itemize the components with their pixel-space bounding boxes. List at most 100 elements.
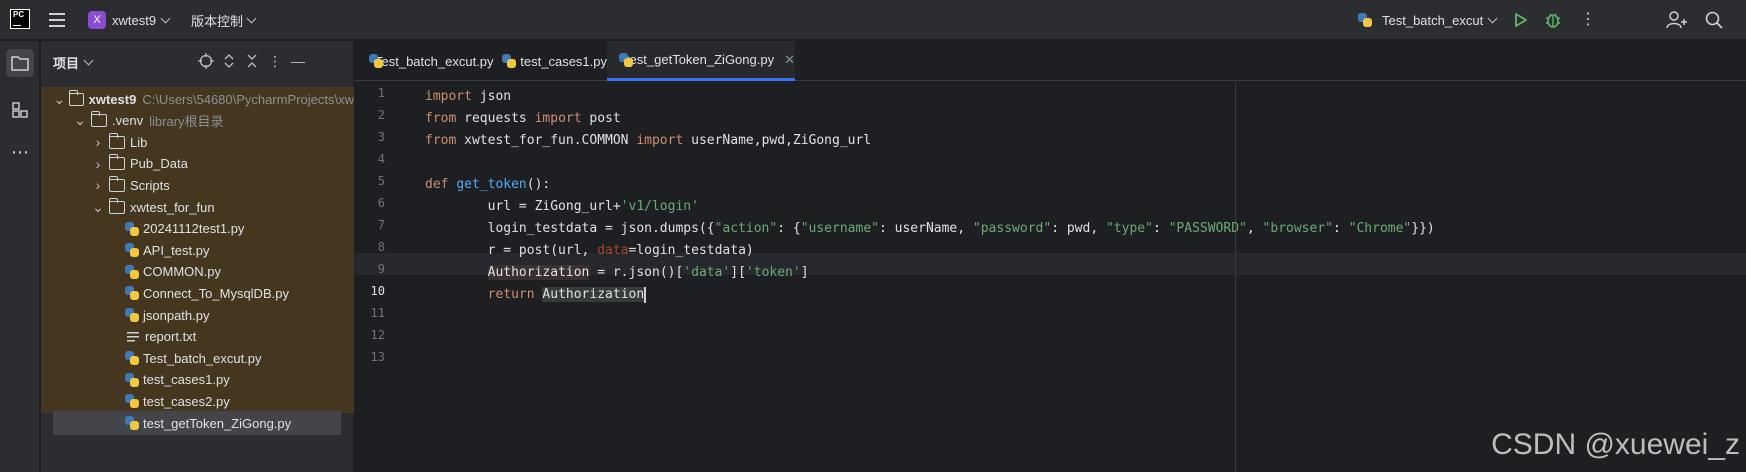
code-line-7: login_testdata = json.dumps({"action": {… <box>425 221 1435 236</box>
options-icon[interactable]: ⋮ <box>267 53 283 69</box>
tree-item-label: Test_batch_excut.py <box>143 350 262 366</box>
tree-folder[interactable]: › Pub_Data <box>41 151 354 176</box>
run-config-selector[interactable]: Test_batch_excut <box>1358 9 1498 31</box>
code-line-10: return Authorization <box>487 286 646 303</box>
main-menu-icon[interactable] <box>46 9 68 31</box>
python-file-icon <box>125 372 139 387</box>
tree-file[interactable]: test_cases2.py <box>41 389 354 414</box>
python-file-icon <box>125 286 139 301</box>
tree-file[interactable]: jsonpath.py <box>41 303 354 327</box>
python-file-icon <box>125 264 139 279</box>
python-file-icon <box>125 394 139 409</box>
chevron-right-icon[interactable]: › <box>91 134 105 150</box>
tree-item-label: xwtest9 <box>88 91 137 107</box>
python-file-icon <box>1358 13 1372 27</box>
chevron-down-icon[interactable]: ⌄ <box>53 91 65 108</box>
tree-file[interactable]: 20241112test1.py <box>41 216 354 241</box>
python-file-icon <box>619 52 633 67</box>
pycharm-logo-icon[interactable]: PC <box>10 9 30 29</box>
editor-area: Test_batch_excut.py test_cases1.py test_… <box>355 41 1746 472</box>
title-bar: PC X xwtest9 版本控制 Test_batch_excut ⋮ <box>0 0 1746 40</box>
tree-item-label: xwtest_for_fun <box>130 199 215 215</box>
debug-icon[interactable] <box>1543 10 1563 30</box>
tree-file[interactable]: report.txt <box>41 324 354 349</box>
tree-item-hint: library根目录 <box>149 114 224 130</box>
tab-label: test_getToken_ZiGong.py <box>625 52 775 67</box>
project-panel-header: 项目 ⋮ — <box>41 41 354 81</box>
chevron-down-icon <box>246 13 257 23</box>
line-number: 2 <box>377 108 385 122</box>
tab-test-gettoken-zigong[interactable]: test_getToken_ZiGong.py ✕ <box>607 41 795 81</box>
folder-icon <box>108 132 125 149</box>
project-switcher[interactable]: X xwtest9 <box>88 9 171 31</box>
tab-label: Test_batch_excut.py <box>375 53 494 69</box>
python-file-icon <box>125 221 139 236</box>
line-number: 11 <box>370 306 385 320</box>
project-panel-title-label: 项目 <box>53 56 80 71</box>
structure-tool-icon[interactable] <box>6 96 34 124</box>
add-user-icon[interactable] <box>1666 10 1688 30</box>
tree-file[interactable]: Test_batch_excut.py <box>41 346 354 371</box>
more-tools-icon[interactable]: ⋯ <box>6 138 34 166</box>
tree-item-label: report.txt <box>145 329 197 345</box>
text-caret <box>644 286 646 303</box>
folder-icon <box>108 175 125 192</box>
tree-file[interactable]: test_cases1.py <box>41 367 354 392</box>
search-icon[interactable] <box>1704 10 1724 30</box>
hide-panel-icon[interactable]: — <box>290 53 306 69</box>
tree-file[interactable]: Connect_To_MysqlDB.py <box>41 281 354 306</box>
close-icon[interactable]: ✕ <box>784 52 795 68</box>
expand-all-icon[interactable] <box>221 53 237 69</box>
project-tool-icon[interactable] <box>6 49 34 77</box>
more-actions-icon[interactable]: ⋮ <box>1580 10 1596 30</box>
code-line-1: import json <box>425 89 512 104</box>
tree-item-label: Scripts <box>130 177 170 193</box>
line-number: 3 <box>377 130 385 144</box>
tree-folder[interactable]: ⌄ xwtest9 C:\Users\54680\PycharmProjects\x… <box>41 87 354 111</box>
chevron-right-icon[interactable]: › <box>91 156 105 172</box>
line-number: 13 <box>370 350 385 364</box>
project-panel-title[interactable]: 项目 <box>53 53 94 72</box>
python-file-icon <box>502 54 517 68</box>
tab-label: test_cases1.py <box>520 53 607 69</box>
python-file-icon <box>125 351 139 366</box>
tree-item-label: test_cases2.py <box>143 393 230 409</box>
tree-folder[interactable]: › Lib <box>41 130 354 155</box>
ide-window: PC X xwtest9 版本控制 Test_batch_excut ⋮ ⋯ 项… <box>0 0 1746 472</box>
editor-tabs: Test_batch_excut.py test_cases1.py test_… <box>355 41 1746 81</box>
chevron-down-icon <box>83 55 94 66</box>
folder-icon <box>68 89 84 106</box>
line-number-gutter: 1 2 3 4 5 6 7 8 9 10 11 12 13 <box>355 82 415 472</box>
collapse-all-icon[interactable] <box>244 53 260 69</box>
chevron-down-icon[interactable]: ⌄ <box>73 112 87 129</box>
folder-icon <box>108 154 125 171</box>
chevron-down-icon[interactable]: ⌄ <box>91 199 105 216</box>
tree-folder[interactable]: ⌄ xwtest_for_fun <box>41 195 354 219</box>
tree-item-label: Connect_To_MysqlDB.py <box>143 285 289 301</box>
tree-item-hint: C:\Users\54680\PycharmProjects\xw <box>142 91 354 107</box>
run-config-label: Test_batch_excut <box>1382 12 1484 28</box>
tree-file[interactable]: test_getToken_ZiGong.py <box>53 411 341 435</box>
tree-file[interactable]: COMMON.py <box>41 259 354 284</box>
tree-file[interactable]: API_test.py <box>41 238 354 263</box>
tree-folder[interactable]: ⌄ .venv library根目录 <box>41 108 354 133</box>
line-number: 6 <box>377 196 385 210</box>
code-line-3: from xwtest_for_fun.COMMON import userNa… <box>425 133 872 148</box>
run-icon[interactable] <box>1510 10 1530 30</box>
tool-window-stripe: ⋯ <box>0 41 40 472</box>
tab-test-batch-excut[interactable]: Test_batch_excut.py <box>355 41 494 81</box>
line-number: 12 <box>370 328 385 342</box>
line-number: 1 <box>377 86 385 100</box>
locate-file-icon[interactable] <box>198 53 214 69</box>
tree-item-label: jsonpath.py <box>143 307 210 323</box>
tab-test-cases1[interactable]: test_cases1.py <box>488 41 607 81</box>
tree-folder[interactable]: › Scripts <box>41 173 354 198</box>
chevron-right-icon[interactable]: › <box>91 177 105 193</box>
code-line-9: Authorization = r.json()['data']['token'… <box>487 265 809 280</box>
tree-item-label: test_cases1.py <box>143 372 230 388</box>
right-margin-guide <box>1235 82 1236 472</box>
vcs-menu[interactable]: 版本控制 <box>191 9 257 31</box>
line-number: 10 <box>370 284 385 298</box>
tree-item-label: Pub_Data <box>130 156 188 172</box>
watermark: CSDN @xuewei_z <box>1491 428 1740 461</box>
